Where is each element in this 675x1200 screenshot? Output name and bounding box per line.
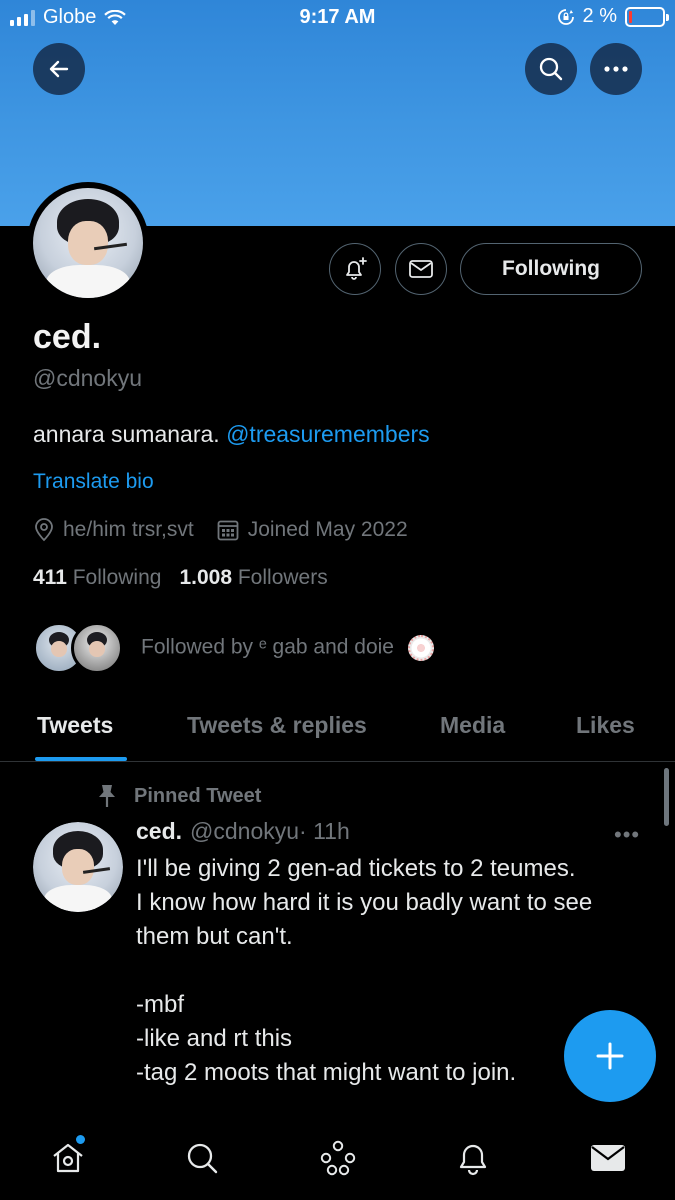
- tweet-author-handle: @cdnokyu: [190, 818, 300, 844]
- followed-by-names: ᵉ gab and doie: [258, 635, 394, 659]
- spaces-icon: [320, 1140, 356, 1176]
- tweet-header: ced. @cdnokyu· 11h: [136, 818, 350, 845]
- location-text: he/him trsr,svt: [63, 518, 194, 541]
- bio-text: annara sumanara.: [33, 421, 220, 447]
- arrow-left-icon: [49, 60, 69, 78]
- followers-label: Followers: [237, 566, 328, 589]
- flower-emoji-icon: [407, 635, 434, 661]
- followed-by[interactable]: Followed by ᵉ gab and doie: [33, 622, 434, 674]
- nav-messages[interactable]: [588, 1138, 628, 1178]
- search-icon: [187, 1143, 218, 1174]
- tweet-line: I'll be giving 2 gen-ad tickets to 2 teu…: [136, 855, 576, 882]
- calendar-icon: [217, 520, 239, 541]
- bio: annara sumanara. @treasuremembers: [33, 421, 430, 448]
- profile-tabs: Tweets Tweets & replies Media Likes: [0, 700, 675, 762]
- bio-mention-link[interactable]: @treasuremembers: [226, 421, 430, 447]
- followed-by-prefix: Followed by: [141, 635, 254, 659]
- display-name: ced.: [33, 318, 102, 356]
- back-button[interactable]: [33, 43, 85, 95]
- notifications-toggle-button[interactable]: [329, 243, 381, 295]
- active-tab-indicator: [35, 757, 127, 761]
- tweet-line: I know how hard it is you badly want to …: [136, 889, 593, 916]
- home-icon: [53, 1143, 83, 1173]
- home-notification-dot: [76, 1135, 85, 1144]
- following-button[interactable]: Following: [460, 243, 642, 295]
- tab-media[interactable]: Media: [440, 712, 505, 739]
- following-count: 411: [33, 566, 67, 589]
- search-button[interactable]: [525, 43, 577, 95]
- compose-tweet-button[interactable]: [564, 1010, 656, 1102]
- tweet-author-avatar[interactable]: [33, 822, 123, 912]
- messages-icon: [591, 1145, 625, 1171]
- status-bar: Globe 9:17 AM 2 %: [0, 0, 675, 36]
- scrollbar[interactable]: [664, 768, 669, 826]
- user-handle: @cdnokyu: [33, 365, 143, 391]
- followers-count-link[interactable]: 1.008 Followers: [179, 566, 327, 590]
- nav-home[interactable]: [48, 1135, 88, 1178]
- joined-date: Joined May 2022: [247, 518, 408, 541]
- profile-meta: he/him trsr,svt Joined May 2022: [33, 518, 430, 542]
- tweet-author-name[interactable]: ced.: [136, 818, 182, 844]
- profile-avatar[interactable]: [27, 182, 149, 304]
- nav-spaces[interactable]: [318, 1138, 358, 1178]
- rotation-lock-icon: [557, 8, 574, 25]
- more-horizontal-icon: [604, 66, 628, 72]
- battery-icon: [625, 6, 669, 27]
- tab-likes[interactable]: Likes: [576, 712, 635, 739]
- battery-percent: 2 %: [582, 5, 617, 27]
- envelope-icon: [409, 260, 433, 278]
- nav-notifications[interactable]: [453, 1138, 493, 1178]
- location-pin-icon: [35, 518, 53, 542]
- translate-bio-link[interactable]: Translate bio: [33, 470, 154, 494]
- tab-tweets-replies[interactable]: Tweets & replies: [187, 712, 367, 739]
- plus-icon: [596, 1042, 624, 1070]
- pin-icon: [99, 785, 115, 807]
- bell-plus-icon: [346, 257, 367, 280]
- pinned-tweet-label: Pinned Tweet: [96, 783, 261, 809]
- followers-count: 1.008: [179, 566, 233, 589]
- nav-search[interactable]: [182, 1138, 222, 1178]
- tab-tweets[interactable]: Tweets: [37, 712, 113, 739]
- message-button[interactable]: [395, 243, 447, 295]
- tweet-more-icon[interactable]: •••: [614, 822, 640, 848]
- follow-counts: 411 Following 1.008 Followers: [33, 566, 328, 590]
- tweet-line: -mbf: [136, 991, 184, 1018]
- tweet-time: · 11h: [299, 818, 350, 844]
- followed-by-text: Followed by ᵉ gab and doie: [141, 635, 434, 661]
- tweet-line: them but can't.: [136, 923, 293, 950]
- follower-avatar: [71, 622, 123, 674]
- notifications-icon: [459, 1144, 487, 1176]
- search-icon: [539, 57, 563, 81]
- following-count-link[interactable]: 411 Following: [33, 566, 161, 590]
- more-button[interactable]: [590, 43, 642, 95]
- pinned-text: Pinned Tweet: [134, 784, 262, 807]
- bottom-nav: [0, 1120, 675, 1200]
- following-label: Following: [72, 566, 162, 589]
